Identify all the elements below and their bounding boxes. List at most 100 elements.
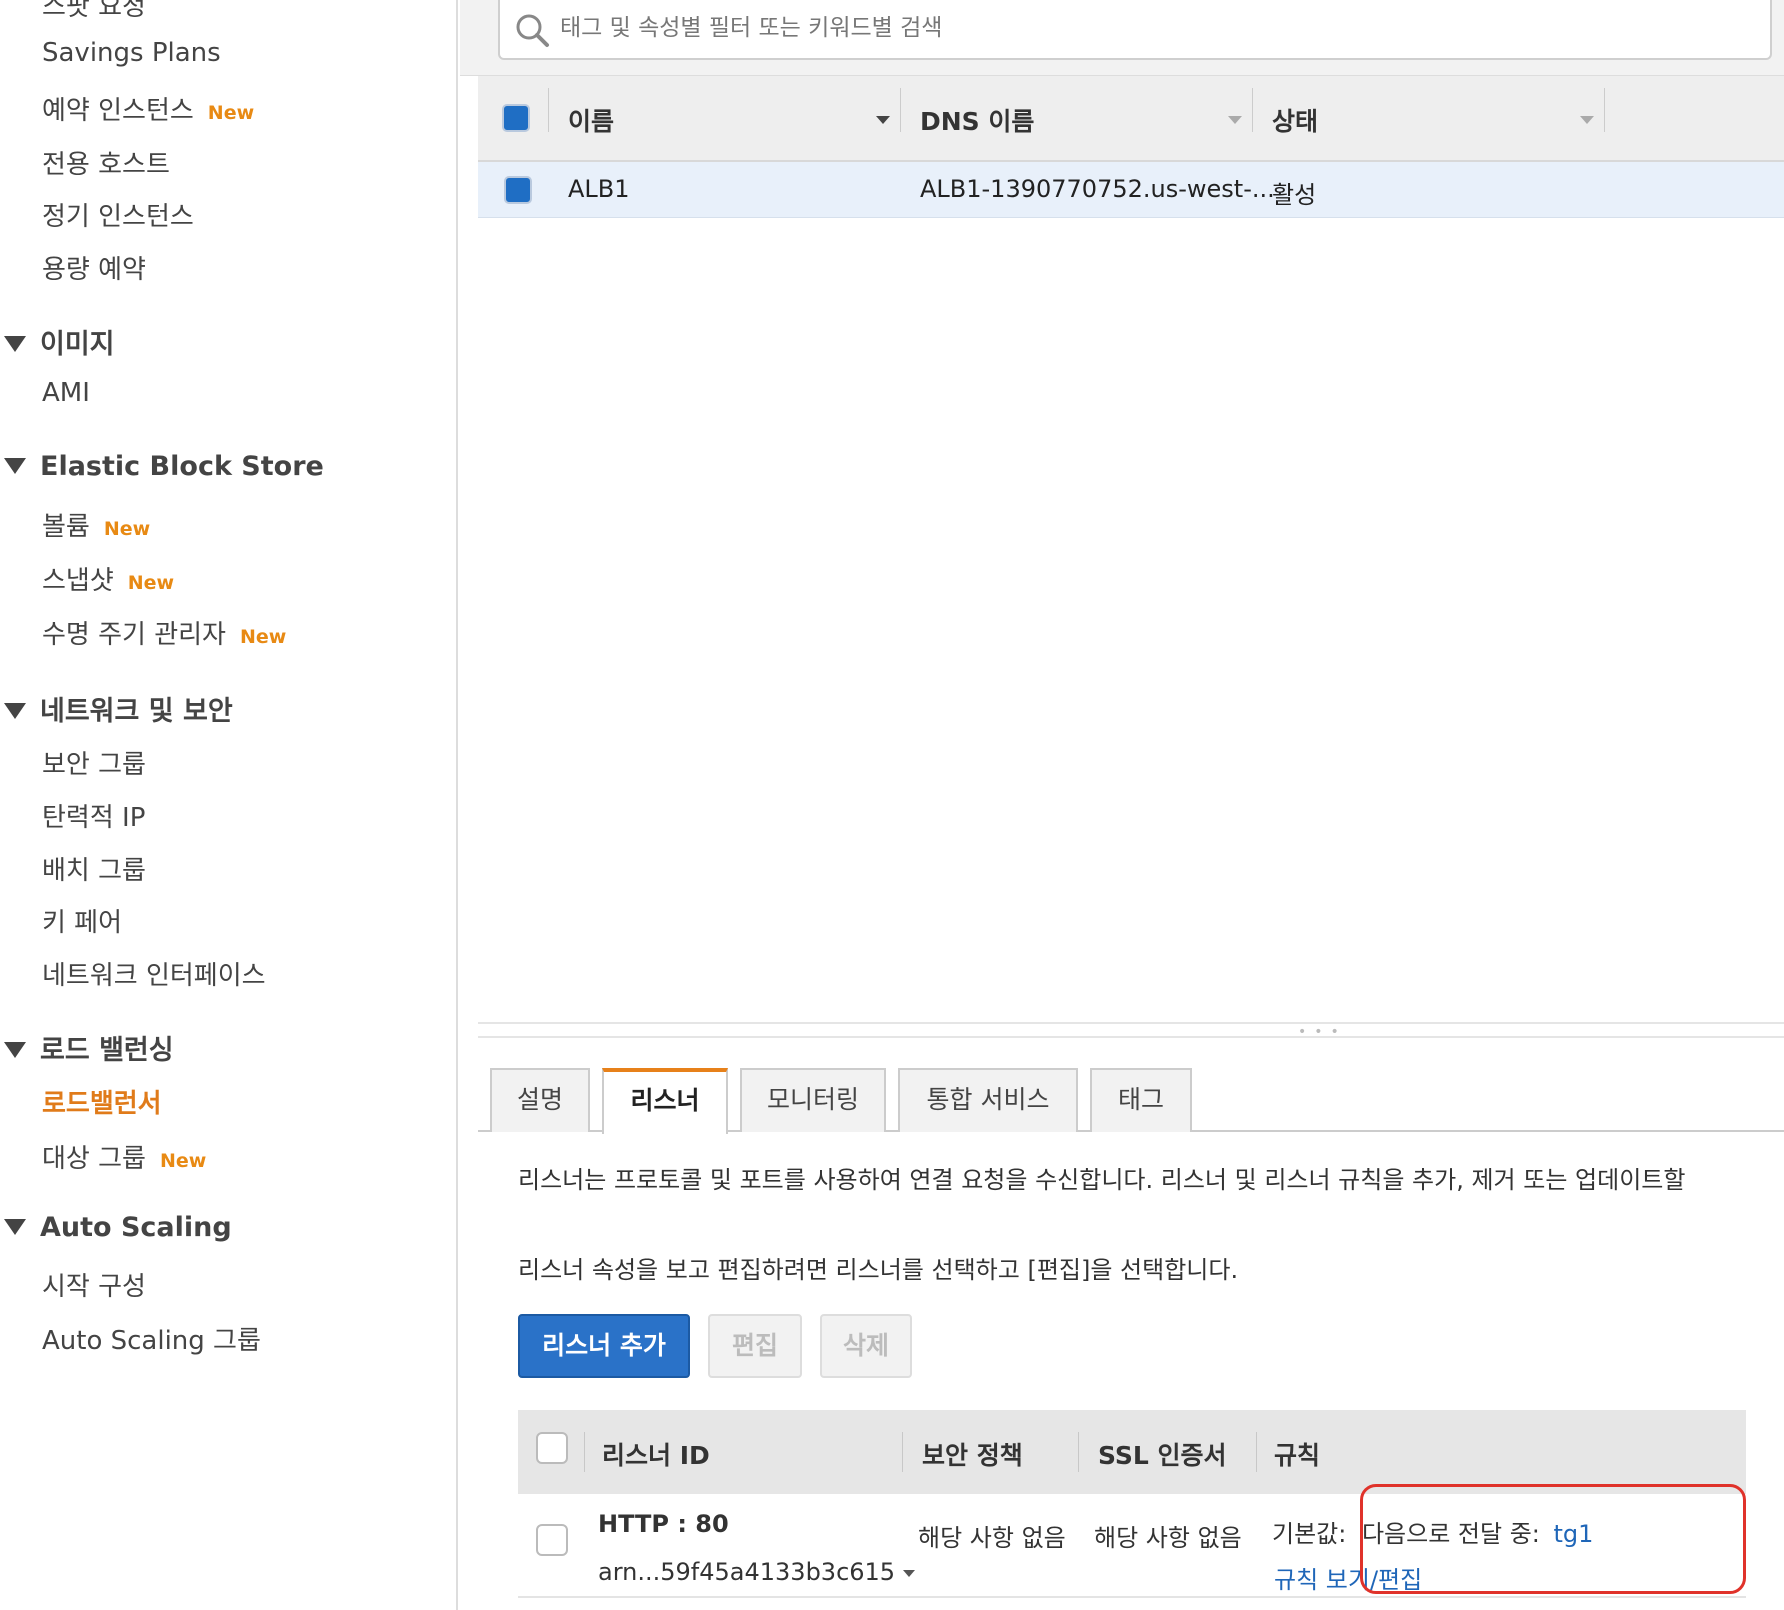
panel-resize-handle[interactable]	[478, 1022, 1784, 1038]
new-badge: New	[239, 626, 287, 648]
sidebar-item-launch-configurations[interactable]: 시작 구성	[42, 1266, 146, 1303]
sidebar-section-ebs[interactable]: Elastic Block Store	[0, 451, 324, 482]
sidebar-item-capacity-reservations[interactable]: 용량 예약	[42, 249, 146, 286]
search-icon	[516, 14, 549, 47]
new-badge: New	[127, 572, 175, 594]
sort-caret-icon[interactable]	[1580, 116, 1594, 124]
caret-down-icon	[4, 1218, 26, 1235]
edit-button[interactable]: 편집	[708, 1314, 802, 1378]
sort-caret-icon[interactable]	[876, 116, 890, 124]
add-listener-button[interactable]: 리스너 추가	[518, 1314, 690, 1378]
sidebar-item-auto-scaling-groups[interactable]: Auto Scaling 그룹	[42, 1320, 261, 1357]
sidebar-item-elastic-ips[interactable]: 탄력적 IP	[42, 797, 145, 834]
sidebar-item-lifecycle-manager[interactable]: 수명 주기 관리자 New	[42, 614, 286, 651]
column-divider	[1252, 88, 1253, 132]
sidebar-item-label: 시작 구성	[42, 1272, 146, 1302]
sidebar-item-label: Auto Scaling 그룹	[42, 1326, 261, 1356]
sidebar-item-label: 정기 인스턴스	[42, 202, 194, 232]
row-checkbox[interactable]	[504, 176, 532, 204]
column-divider	[900, 88, 901, 132]
new-badge: New	[207, 102, 255, 124]
select-all-listeners-checkbox[interactable]	[536, 1432, 568, 1464]
sidebar-item-placement-groups[interactable]: 배치 그룹	[42, 850, 146, 887]
lb-table-header: 이름 DNS 이름 상태	[478, 76, 1784, 162]
sidebar-item-savings-plans[interactable]: Savings Plans	[42, 38, 221, 68]
lb-state: 활성	[1272, 181, 1317, 209]
sidebar-item-ami[interactable]: AMI	[42, 378, 90, 408]
caret-down-icon	[4, 457, 26, 474]
sort-caret-icon[interactable]	[1228, 116, 1242, 124]
sidebar-item-volumes[interactable]: 볼륨 New	[42, 506, 150, 543]
sidebar-item-label: AMI	[42, 378, 90, 408]
sidebar-item-label: 스냅샷	[42, 566, 114, 596]
sidebar-section-title: 네트워크 및 보안	[40, 696, 233, 727]
sidebar-item-network-interfaces[interactable]: 네트워크 인터페이스	[42, 955, 266, 992]
sidebar-item-security-groups[interactable]: 보안 그룹	[42, 744, 146, 781]
sidebar-item-label: 키 페어	[42, 908, 123, 938]
sidebar-section-load-balancing[interactable]: 로드 밸런싱	[0, 1028, 174, 1067]
tab-listeners[interactable]: 리스너	[602, 1068, 728, 1134]
tab-tags[interactable]: 태그	[1090, 1068, 1192, 1132]
search-box[interactable]	[498, 0, 1772, 60]
sidebar-item-label: 탄력적 IP	[42, 803, 146, 833]
sidebar-item-scheduled-instances[interactable]: 정기 인스턴스	[42, 196, 194, 233]
sidebar-section-network-security[interactable]: 네트워크 및 보안	[0, 689, 233, 728]
resize-grip-icon: •••	[1298, 1024, 1347, 1040]
tab-monitoring[interactable]: 모니터링	[740, 1068, 886, 1132]
sidebar-section-title: Elastic Block Store	[40, 451, 324, 482]
column-header-security-policy: 보안 정책	[922, 1441, 1023, 1470]
column-header-name[interactable]: 이름	[568, 102, 614, 138]
listener-description: 리스너는 프로토콜 및 포트를 사용하여 연결 요청을 수신합니다. 리스너 및…	[518, 1166, 1686, 1194]
tab-integrated-services[interactable]: 통합 서비스	[898, 1068, 1078, 1132]
column-divider	[584, 1432, 585, 1472]
column-header-rules: 규칙	[1274, 1441, 1321, 1470]
sidebar-item-label: 수명 주기 관리자	[42, 620, 226, 650]
select-all-checkbox[interactable]	[502, 104, 530, 132]
lb-dns-name: ALB1-1390770752.us-west-...	[920, 175, 1275, 203]
caret-down-icon	[4, 702, 26, 719]
sidebar-section-images[interactable]: 이미지	[0, 322, 115, 361]
sidebar-section-auto-scaling[interactable]: Auto Scaling	[0, 1212, 232, 1243]
sidebar-item-dedicated-hosts[interactable]: 전용 호스트	[42, 144, 170, 181]
new-badge: New	[159, 1150, 207, 1172]
sidebar-item-snapshots[interactable]: 스냅샷 New	[42, 560, 174, 597]
column-header-ssl-certificate: SSL 인증서	[1098, 1441, 1227, 1470]
column-header-listener-id: 리스너 ID	[602, 1441, 710, 1470]
sidebar-item-label: 전용 호스트	[42, 150, 170, 180]
sidebar-item-label: 용량 예약	[42, 255, 146, 285]
sidebar-item-reserved-instances[interactable]: 예약 인스턴스 New	[42, 90, 254, 127]
highlight-annotation	[1360, 1484, 1746, 1594]
delete-button[interactable]: 삭제	[820, 1314, 912, 1378]
sidebar-item-load-balancers[interactable]: 로드밸런서	[42, 1083, 162, 1120]
column-divider	[1604, 88, 1605, 132]
sidebar-item-label: 배치 그룹	[42, 856, 146, 886]
filter-bar	[460, 0, 1784, 76]
listener-arn[interactable]: arn...59f45a4133b3c615	[598, 1558, 916, 1586]
sidebar-item-key-pairs[interactable]: 키 페어	[42, 902, 122, 939]
listener-protocol-port: HTTP : 80	[598, 1510, 729, 1538]
sidebar-item-label: 예약 인스턴스	[42, 96, 194, 126]
sidebar-item-target-groups[interactable]: 대상 그룹 New	[42, 1138, 206, 1175]
caret-down-icon	[4, 335, 26, 352]
search-input[interactable]	[560, 8, 1750, 48]
column-header-state[interactable]: 상태	[1272, 102, 1318, 138]
main-content: 이름 DNS 이름 상태 ALB1 ALB1-1390770752.us-wes…	[460, 0, 1784, 1610]
sidebar-section-title: 이미지	[40, 329, 115, 360]
sidebar-item-spot-requests[interactable]: 스팟 요청	[42, 0, 146, 23]
new-badge: New	[103, 518, 151, 540]
tab-description[interactable]: 설명	[490, 1068, 590, 1132]
sidebar-item-label: 대상 그룹	[42, 1144, 146, 1174]
listener-arn-text: arn...59f45a4133b3c615	[598, 1558, 896, 1586]
column-header-dns-name[interactable]: DNS 이름	[920, 102, 1034, 138]
listener-row-checkbox[interactable]	[536, 1524, 568, 1556]
column-divider	[548, 88, 549, 132]
ssl-certificate-value: 해당 사항 없음	[1094, 1524, 1242, 1552]
column-divider	[1078, 1432, 1079, 1472]
sidebar: 스팟 요청 Savings Plans 예약 인스턴스 New 전용 호스트 정기…	[0, 0, 458, 1610]
rule-default-label: 기본값:	[1272, 1520, 1347, 1548]
column-divider	[1256, 1432, 1257, 1472]
sidebar-item-label: 볼륨	[42, 512, 90, 542]
caret-down-icon	[4, 1041, 26, 1058]
listener-table-header: 리스너 ID 보안 정책 SSL 인증서 규칙	[518, 1410, 1746, 1494]
table-row[interactable]: ALB1 ALB1-1390770752.us-west-... 활성	[478, 162, 1784, 218]
